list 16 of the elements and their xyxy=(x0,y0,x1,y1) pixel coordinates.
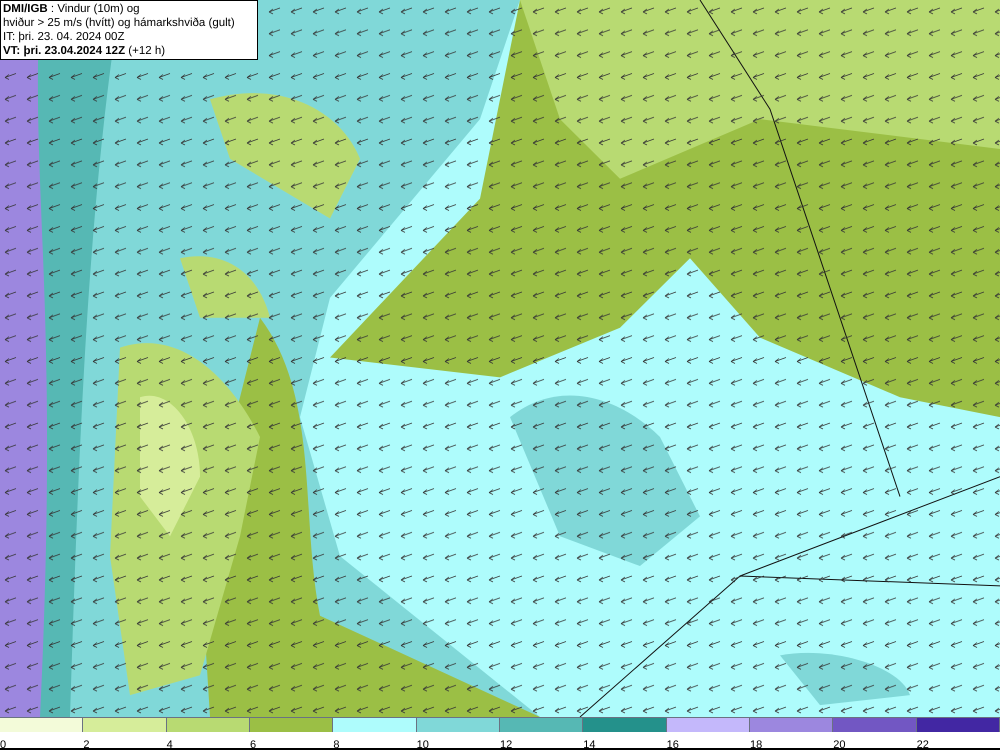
title-line: DMI/IGB : Vindur (10m) og xyxy=(3,2,141,16)
legend-label: 0 xyxy=(0,739,6,751)
legend-label: 4 xyxy=(166,739,173,751)
title-line: IT: þri. 23. 04. 2024 00Z xyxy=(3,30,126,44)
legend-label: 8 xyxy=(333,739,340,751)
legend-label: 10 xyxy=(416,739,429,751)
legend-label: 16 xyxy=(666,739,679,751)
legend-label: 12 xyxy=(500,739,512,751)
legend-label: 22 xyxy=(916,739,929,751)
legend-label: 6 xyxy=(250,739,256,751)
legend-label: 20 xyxy=(833,739,846,751)
title-line: hviður > 25 m/s (hvítt) og hámarkshviða (gult) xyxy=(3,16,236,30)
legend-label: 18 xyxy=(750,739,762,751)
title-line: VT: þri. 23.04.2024 12Z (+12 h) xyxy=(3,44,166,58)
legend-label: 14 xyxy=(583,739,596,751)
legend-label: 2 xyxy=(83,739,90,751)
